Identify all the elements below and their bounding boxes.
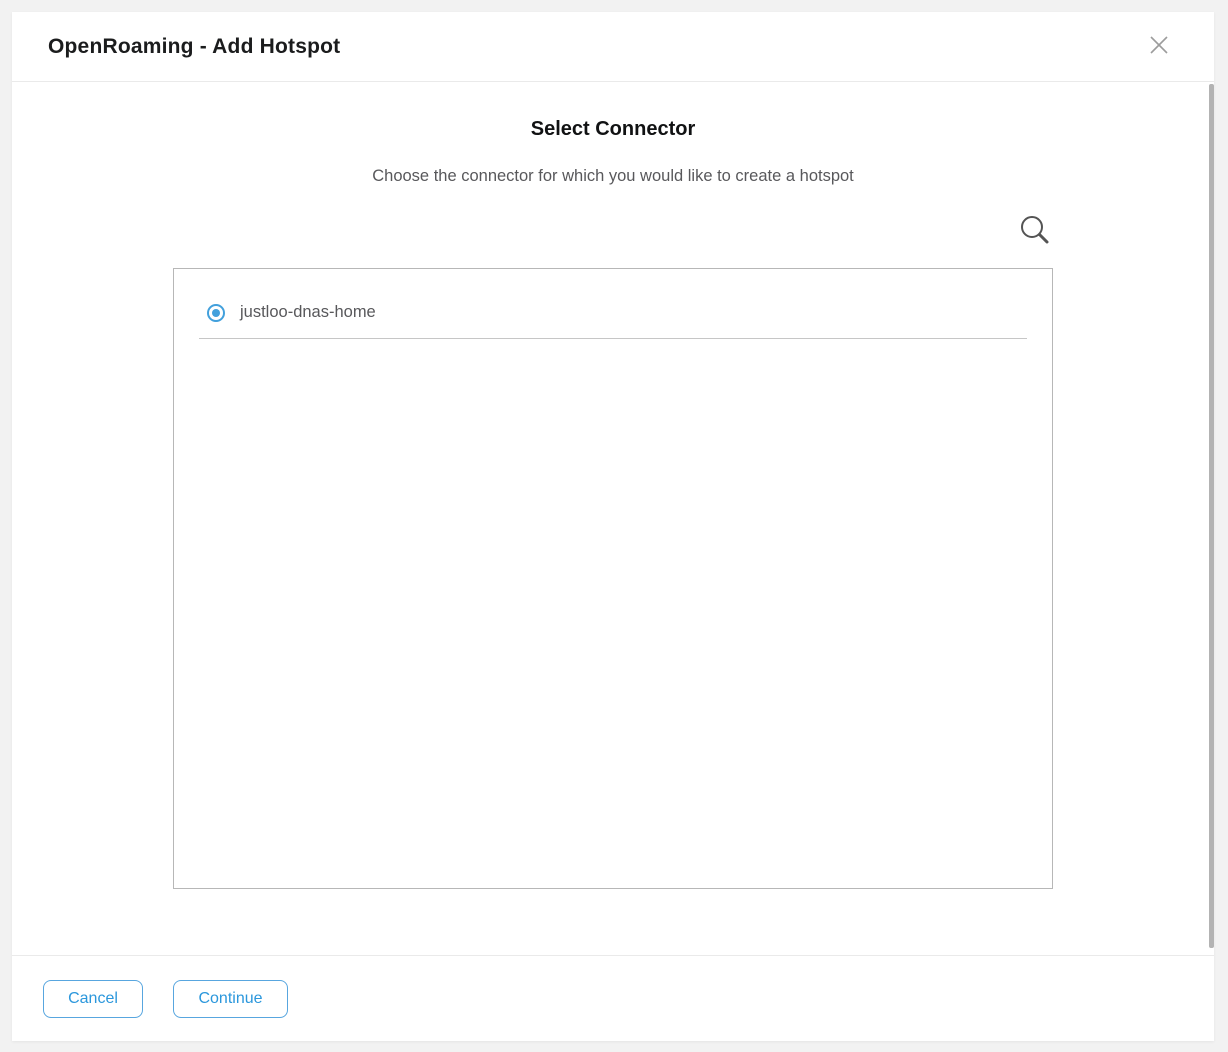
add-hotspot-modal: OpenRoaming - Add Hotspot Select Connect…	[12, 12, 1214, 1041]
connector-name-label: justloo-dnas-home	[240, 303, 376, 322]
select-connector-heading: Select Connector	[12, 118, 1214, 141]
connector-list-item[interactable]: justloo-dnas-home	[174, 269, 1052, 322]
select-connector-subheading: Choose the connector for which you would…	[12, 167, 1214, 186]
modal-footer: Cancel Continue	[12, 955, 1214, 1041]
radio-selected-icon[interactable]	[207, 304, 225, 322]
page-background: OpenRoaming - Add Hotspot Select Connect…	[0, 0, 1228, 1052]
close-button[interactable]	[1144, 32, 1174, 62]
search-button[interactable]	[1015, 211, 1053, 254]
connector-content-area: justloo-dnas-home	[173, 212, 1053, 889]
modal-header: OpenRoaming - Add Hotspot	[12, 12, 1214, 82]
search-row	[173, 212, 1053, 252]
row-divider	[199, 338, 1027, 339]
vertical-scrollbar[interactable]	[1209, 84, 1214, 948]
continue-button[interactable]: Continue	[173, 980, 288, 1018]
cancel-button[interactable]: Cancel	[43, 980, 143, 1018]
connector-list-box: justloo-dnas-home	[173, 268, 1053, 889]
radio-dot	[212, 309, 220, 317]
modal-title: OpenRoaming - Add Hotspot	[48, 35, 340, 59]
modal-body: Select Connector Choose the connector fo…	[12, 82, 1214, 955]
close-icon	[1147, 33, 1171, 60]
search-icon	[1017, 213, 1051, 252]
